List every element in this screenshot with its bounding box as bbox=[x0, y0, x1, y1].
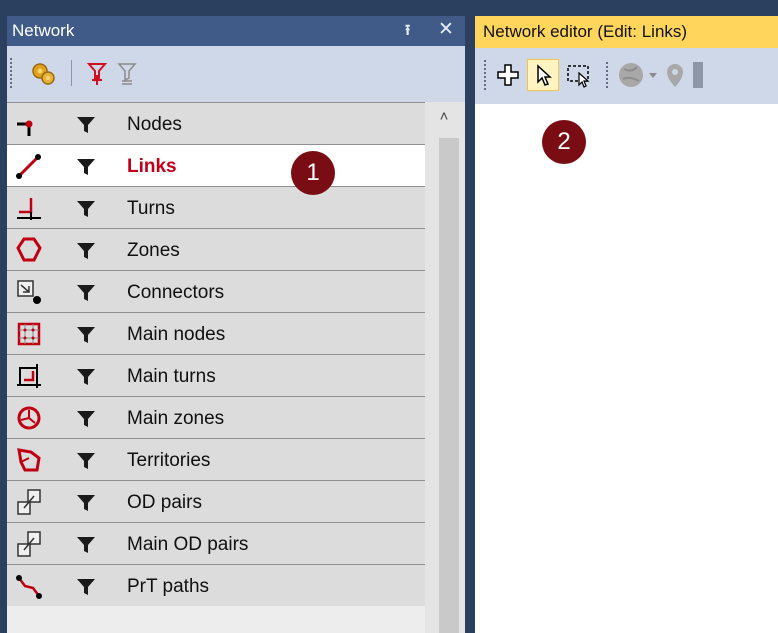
toolbar-grip[interactable] bbox=[484, 60, 486, 90]
main-od-pair-icon bbox=[17, 531, 41, 557]
filter-red-icon[interactable] bbox=[83, 58, 111, 88]
list-item-main-zones[interactable]: Main zones bbox=[7, 396, 425, 438]
filter-icon[interactable] bbox=[75, 157, 97, 177]
network-editor-titlebar[interactable]: Network editor (Edit: Links) bbox=[475, 16, 778, 48]
list-item-nodes[interactable]: Nodes bbox=[7, 102, 425, 144]
item-label: Turns bbox=[127, 198, 175, 219]
network-editor-canvas[interactable] bbox=[475, 104, 778, 633]
link-icon bbox=[16, 154, 41, 179]
list-item-main-turns[interactable]: Main turns bbox=[7, 354, 425, 396]
filter-icon[interactable] bbox=[75, 325, 97, 345]
toolbar-grip bbox=[606, 62, 608, 88]
main-zone-icon bbox=[17, 406, 41, 430]
item-label: Zones bbox=[127, 240, 180, 261]
list-item-zones[interactable]: Zones bbox=[7, 228, 425, 270]
filter-icon[interactable] bbox=[75, 115, 97, 135]
scroll-thumb[interactable] bbox=[439, 138, 459, 633]
filter-icon[interactable] bbox=[75, 577, 97, 597]
vertical-scrollbar[interactable]: ˄ bbox=[425, 102, 465, 633]
list-item-od-pairs[interactable]: OD pairs bbox=[7, 480, 425, 522]
map-pin-icon[interactable] bbox=[659, 59, 691, 91]
list-item-main-od-pairs[interactable]: Main OD pairs bbox=[7, 522, 425, 564]
item-label: Main turns bbox=[127, 366, 216, 387]
network-editor-title: Network editor (Edit: Links) bbox=[483, 22, 688, 41]
main-turn-icon bbox=[17, 364, 41, 388]
main-node-icon bbox=[17, 322, 41, 346]
filter-icon[interactable] bbox=[75, 493, 97, 513]
filter-icon[interactable] bbox=[75, 409, 97, 429]
od-pair-icon bbox=[17, 489, 41, 515]
network-toolbar bbox=[7, 46, 465, 104]
filter-icon[interactable] bbox=[75, 199, 97, 219]
globe-icon[interactable] bbox=[615, 59, 647, 91]
list-item-main-nodes[interactable]: Main nodes bbox=[7, 312, 425, 354]
zone-icon bbox=[16, 237, 42, 262]
pin-icon[interactable]: ⭱ bbox=[405, 20, 410, 45]
filter-icon[interactable] bbox=[75, 283, 97, 303]
network-panel-title: Network bbox=[12, 21, 75, 40]
item-label: Links bbox=[127, 156, 177, 177]
network-editor-toolbar bbox=[475, 48, 778, 106]
connector-icon bbox=[17, 280, 41, 304]
toolbar-separator bbox=[71, 60, 72, 86]
item-label: Main OD pairs bbox=[127, 534, 249, 555]
select-pointer-button[interactable] bbox=[527, 59, 559, 91]
item-label: Main zones bbox=[127, 408, 225, 429]
list-item-prt-paths[interactable]: PrT paths bbox=[7, 564, 425, 606]
node-icon bbox=[17, 120, 33, 136]
item-label: Territories bbox=[127, 450, 211, 471]
network-panel-titlebar[interactable]: Network ⭱ ✕ bbox=[7, 16, 465, 46]
turn-icon bbox=[17, 198, 41, 220]
filter-icon[interactable] bbox=[75, 241, 97, 261]
item-label: OD pairs bbox=[127, 492, 202, 513]
close-icon[interactable]: ✕ bbox=[438, 18, 454, 41]
list-item-territories[interactable]: Territories bbox=[7, 438, 425, 480]
rect-select-icon[interactable] bbox=[563, 59, 595, 91]
list-item-links[interactable]: Links bbox=[7, 144, 425, 186]
panel-splitter[interactable] bbox=[465, 16, 475, 633]
item-label: PrT paths bbox=[127, 576, 210, 597]
filter-icon[interactable] bbox=[75, 451, 97, 471]
toolbar-grip[interactable] bbox=[10, 58, 12, 88]
prt-path-icon bbox=[16, 575, 42, 599]
scroll-up-icon[interactable]: ˄ bbox=[433, 108, 455, 128]
filter-icon[interactable] bbox=[75, 535, 97, 555]
gear-icon[interactable] bbox=[29, 58, 57, 88]
callout-badge-2: 2 bbox=[542, 120, 586, 164]
select-pointer-icon bbox=[537, 64, 552, 86]
filter-outline-icon[interactable] bbox=[113, 58, 141, 88]
toolbar-overflow-icon[interactable] bbox=[693, 62, 703, 88]
callout-badge-1: 1 bbox=[291, 151, 335, 195]
list-item-turns[interactable]: Turns bbox=[7, 186, 425, 228]
insert-cross-icon[interactable] bbox=[492, 59, 524, 91]
network-editor-panel: Network editor (Edit: Links) bbox=[475, 16, 778, 633]
network-object-list: Nodes Links Turns Zones Connectors Main … bbox=[7, 102, 465, 633]
item-label: Main nodes bbox=[127, 324, 226, 345]
filter-icon[interactable] bbox=[75, 367, 97, 387]
territory-icon bbox=[17, 448, 41, 472]
list-item-connectors[interactable]: Connectors bbox=[7, 270, 425, 312]
item-label: Connectors bbox=[127, 282, 225, 303]
network-panel: Network ⭱ ✕ Nodes Links Turns Zones Conn… bbox=[7, 16, 465, 633]
item-label: Nodes bbox=[127, 114, 182, 135]
